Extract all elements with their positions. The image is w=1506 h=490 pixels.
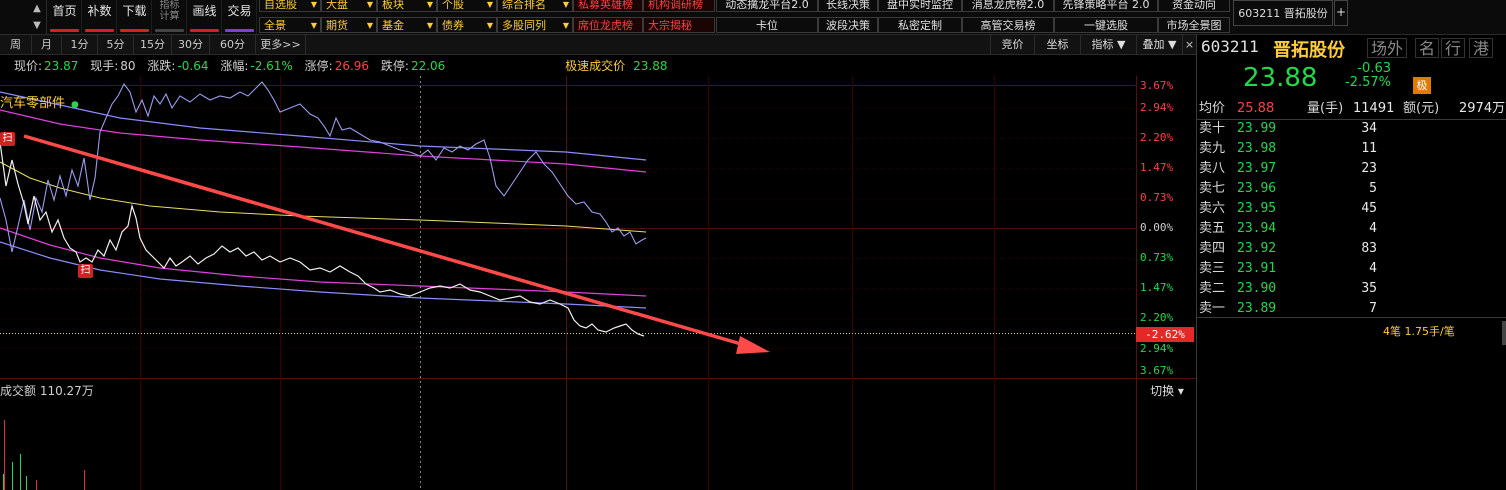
stock-name: 晋拓股份 <box>1273 40 1345 61</box>
book-level: 卖二 <box>1199 281 1226 296</box>
axis-label: 0.00% <box>1140 221 1174 234</box>
book-qty: 34 <box>1361 121 1377 136</box>
order-book-row[interactable]: 卖一 23.89 7 <box>1197 299 1506 319</box>
market-tab-otc[interactable]: 场外 <box>1367 38 1408 58</box>
book-level: 卖四 <box>1199 241 1226 256</box>
book-price: 23.94 <box>1237 221 1277 236</box>
order-book-row[interactable]: 卖四 23.92 83 <box>1197 239 1506 259</box>
price-line <box>0 141 645 337</box>
book-price: 23.95 <box>1237 201 1277 216</box>
avg-label: 均价 <box>1199 101 1226 116</box>
book-qty: 7 <box>1369 301 1377 316</box>
amount-label: 额(元) <box>1403 101 1440 116</box>
scan-tag[interactable]: 扫 <box>78 264 93 278</box>
book-qty: 45 <box>1361 201 1377 216</box>
book-qty: 11 <box>1361 141 1377 156</box>
vol-label: 量(手) <box>1307 101 1344 116</box>
book-price: 23.99 <box>1237 121 1277 136</box>
book-price: 23.89 <box>1237 301 1277 316</box>
trade-summary: 4笔 1.75手/笔 <box>1383 325 1455 338</box>
stock-code: 603211 <box>1201 37 1259 56</box>
axis-label: 2.20% <box>1140 131 1174 144</box>
summary-stats: 均价 25.88 量(手) 11491 额(元) 2974万 <box>1197 99 1506 120</box>
book-level: 卖八 <box>1199 161 1226 176</box>
book-price: 23.90 <box>1237 281 1277 296</box>
order-book-row[interactable]: 卖六 23.95 45 <box>1197 199 1506 219</box>
sector-overlay-title: 汽车零部件 ● <box>0 96 79 111</box>
axis-label: 2.20% <box>1140 311 1174 324</box>
book-level: 卖五 <box>1199 221 1226 236</box>
book-qty: 4 <box>1369 261 1377 276</box>
book-level: 卖十 <box>1199 121 1226 136</box>
axis-label: 1.47% <box>1140 161 1174 174</box>
quote-panel: 603211 晋拓股份 场外 名 行 港 23.88 -0.63 -2.57% … <box>1196 35 1506 490</box>
overlay-dot-icon: ● <box>71 100 79 110</box>
book-price: 23.98 <box>1237 141 1277 156</box>
book-qty: 35 <box>1361 281 1377 296</box>
stock-tab[interactable]: 603211 晋拓股份 <box>1233 0 1333 26</box>
market-tab-industry[interactable]: 行 <box>1441 38 1466 58</box>
book-level: 卖七 <box>1199 181 1226 196</box>
market-tab-name[interactable]: 名 <box>1415 38 1440 58</box>
book-price: 23.96 <box>1237 181 1277 196</box>
upper-band-blue <box>0 91 647 161</box>
order-book-row[interactable]: 卖九 23.98 11 <box>1197 139 1506 159</box>
market-tab-hk[interactable]: 港 <box>1469 38 1494 58</box>
book-divider <box>1197 317 1506 318</box>
scrollbar[interactable] <box>1502 321 1506 345</box>
book-price: 23.92 <box>1237 241 1277 256</box>
book-level: 卖三 <box>1199 261 1226 276</box>
speed-flag-badge[interactable]: 极 <box>1413 77 1431 94</box>
avg-value: 25.88 <box>1237 101 1275 116</box>
scan-tag[interactable]: 扫 <box>0 132 15 146</box>
order-book-row[interactable]: 卖七 23.96 5 <box>1197 179 1506 199</box>
lower-band-magenta <box>0 227 647 297</box>
book-qty: 83 <box>1361 241 1377 256</box>
switch-indicator-button[interactable]: 切换 ▾ <box>1140 382 1194 400</box>
book-level: 卖九 <box>1199 141 1226 156</box>
price-change: -0.63 -2.57% <box>1333 62 1391 90</box>
add-tab-button[interactable]: + <box>1334 0 1348 26</box>
change-amount: -0.63 <box>1357 61 1391 76</box>
book-qty: 23 <box>1361 161 1377 176</box>
book-level: 卖一 <box>1199 301 1226 316</box>
amount-value: 2974万 <box>1459 101 1506 116</box>
axis-label: 1.47% <box>1140 281 1174 294</box>
order-book-row[interactable]: 卖十 23.99 34 <box>1197 119 1506 139</box>
vol-value: 11491 <box>1353 101 1395 116</box>
volume-label: 成交额 110.27万 <box>0 384 94 398</box>
order-book-row[interactable]: 卖二 23.90 35 <box>1197 279 1506 299</box>
axis-label: 0.73% <box>1140 191 1174 204</box>
index-overlay-line <box>0 81 647 253</box>
book-price: 23.97 <box>1237 161 1277 176</box>
order-book-row[interactable]: 卖八 23.97 23 <box>1197 159 1506 179</box>
axis-label: 2.94% <box>1140 342 1174 355</box>
axis-label: 3.67% <box>1140 79 1174 92</box>
quote-panel-header: 603211 晋拓股份 场外 名 行 港 <box>1197 35 1506 61</box>
axis-label: 0.73% <box>1140 251 1174 264</box>
book-qty: 5 <box>1369 181 1377 196</box>
book-qty: 4 <box>1369 221 1377 236</box>
order-book-row[interactable]: 卖三 23.91 4 <box>1197 259 1506 279</box>
last-price: 23.88 <box>1243 63 1318 93</box>
axis-label: 3.67% <box>1140 364 1174 377</box>
axis-label: 2.94% <box>1140 101 1174 114</box>
order-book-row[interactable]: 卖五 23.94 4 <box>1197 219 1506 239</box>
intraday-chart[interactable] <box>0 0 1196 490</box>
book-price: 23.91 <box>1237 261 1277 276</box>
book-level: 卖六 <box>1199 201 1226 216</box>
change-percent: -2.57% <box>1345 75 1391 90</box>
volume-bars <box>3 420 85 490</box>
current-pct-tag: -2.62% <box>1136 327 1194 342</box>
